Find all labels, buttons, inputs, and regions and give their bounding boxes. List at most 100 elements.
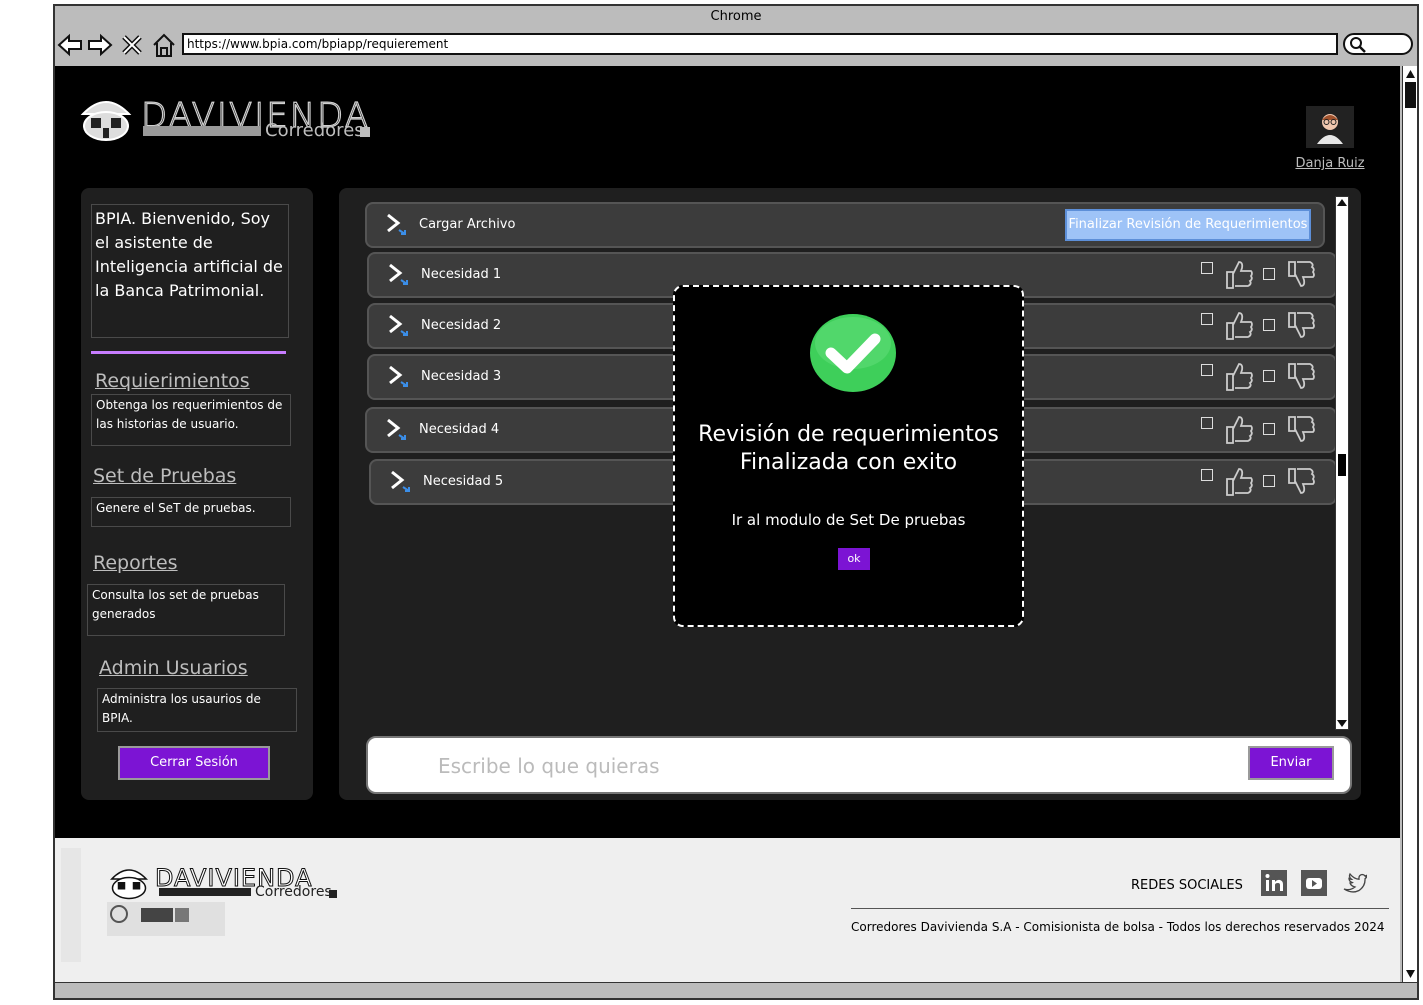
thumbs-up-icon[interactable] bbox=[1223, 465, 1255, 501]
page-viewport: DAVIVIENDA Corredores Danja Ruiz BPIA. B… bbox=[55, 66, 1400, 982]
success-modal: Revisión de requerimientos Finalizada co… bbox=[673, 285, 1024, 627]
chevron-right-icon[interactable] bbox=[385, 313, 413, 343]
social-label: REDES SOCIALES bbox=[1131, 878, 1243, 893]
thumbs-up-icon[interactable] bbox=[1223, 258, 1255, 294]
thumbs-up-icon[interactable] bbox=[1223, 309, 1255, 345]
scroll-up-icon[interactable] bbox=[1405, 68, 1416, 79]
footer: DAVIVIENDA Corredores REDES SOCIALES Cor… bbox=[55, 838, 1400, 982]
browser-navbar: https://www.bpia.com/bpiapp/requierement bbox=[55, 30, 1417, 64]
thumbs-down-icon[interactable] bbox=[1285, 465, 1317, 501]
sidebar-desc-reportes: Consulta los set de pruebas generados bbox=[87, 584, 285, 636]
need-label: Necesidad 2 bbox=[421, 318, 502, 333]
sidebar: BPIA. Bienvenido, Soy el asistente de In… bbox=[81, 188, 313, 800]
sidebar-item-admin-usuarios[interactable]: Admin Usuarios bbox=[99, 657, 248, 679]
back-arrow-icon[interactable] bbox=[57, 32, 83, 58]
thumbs-up-icon[interactable] bbox=[1223, 413, 1255, 449]
feedback-icons bbox=[1195, 305, 1335, 347]
like-checkbox[interactable] bbox=[1201, 417, 1213, 429]
avatar[interactable] bbox=[1306, 106, 1354, 148]
twitter-icon[interactable] bbox=[1341, 870, 1367, 896]
davivienda-logo: DAVIVIENDA Corredores bbox=[79, 94, 370, 146]
scroll-thumb[interactable] bbox=[1338, 454, 1346, 476]
footer-logo-square bbox=[329, 890, 337, 898]
thumbs-down-icon[interactable] bbox=[1285, 258, 1317, 294]
chevron-right-icon[interactable] bbox=[383, 417, 411, 447]
footer-logo: DAVIVIENDA Corredores bbox=[107, 864, 337, 904]
logo-square bbox=[360, 127, 370, 137]
sidebar-desc-requerimientos: Obtenga los requerimientos de las histor… bbox=[91, 394, 291, 446]
need-label: Necesidad 3 bbox=[421, 369, 502, 384]
house-logo-icon bbox=[109, 869, 149, 900]
feedback-icons bbox=[1195, 356, 1335, 398]
home-icon[interactable] bbox=[151, 32, 177, 58]
ok-button[interactable]: ok bbox=[838, 548, 870, 570]
url-bar[interactable]: https://www.bpia.com/bpiapp/requierement bbox=[182, 33, 1338, 55]
footer-logo-subtitle: Corredores bbox=[255, 884, 332, 900]
chat-bar: Enviar bbox=[366, 736, 1352, 794]
footer-divider bbox=[851, 908, 1389, 909]
youtube-icon[interactable] bbox=[1301, 870, 1327, 896]
browser-window: Chrome https://www.bpia.com/bpiapp/requi… bbox=[53, 4, 1419, 1000]
page-scrollbar[interactable] bbox=[1402, 66, 1417, 982]
upload-row[interactable]: Cargar Archivo Finalizar Revisión de Req… bbox=[365, 202, 1325, 248]
thumbs-down-icon[interactable] bbox=[1285, 413, 1317, 449]
chevron-right-icon[interactable] bbox=[387, 469, 415, 499]
browser-search-box[interactable] bbox=[1343, 33, 1413, 55]
chat-input[interactable] bbox=[438, 748, 1198, 784]
like-checkbox[interactable] bbox=[1201, 469, 1213, 481]
scroll-thumb[interactable] bbox=[1405, 82, 1416, 108]
scroll-down-icon[interactable] bbox=[1405, 969, 1416, 980]
need-label: Necesidad 1 bbox=[421, 267, 502, 282]
finalize-review-button[interactable]: Finalizar Revisión de Requerimientos bbox=[1065, 209, 1311, 241]
thumbs-down-icon[interactable] bbox=[1285, 309, 1317, 345]
close-icon[interactable] bbox=[119, 32, 145, 58]
modal-subtitle: Ir al modulo de Set De pruebas bbox=[731, 511, 966, 529]
chevron-right-icon[interactable] bbox=[383, 212, 411, 242]
dislike-checkbox[interactable] bbox=[1263, 423, 1275, 435]
logo-subtitle: Corredores bbox=[265, 120, 364, 141]
dislike-checkbox[interactable] bbox=[1263, 268, 1275, 280]
sidebar-item-requerimientos[interactable]: Requierimientos bbox=[95, 370, 250, 392]
like-checkbox[interactable] bbox=[1201, 262, 1213, 274]
sidebar-item-reportes[interactable]: Reportes bbox=[93, 552, 178, 574]
status-bar bbox=[55, 982, 1417, 998]
sidebar-item-set-de-pruebas[interactable]: Set de Pruebas bbox=[93, 465, 236, 487]
logout-button[interactable]: Cerrar Sesión bbox=[118, 746, 270, 780]
user-name-link[interactable]: Danja Ruiz bbox=[1295, 156, 1365, 171]
modal-title-line1: Revisión de requerimientos bbox=[698, 422, 999, 447]
main-scrollbar[interactable] bbox=[1335, 196, 1349, 730]
feedback-icons bbox=[1195, 409, 1335, 451]
feedback-icons bbox=[1195, 254, 1335, 296]
like-checkbox[interactable] bbox=[1201, 313, 1213, 325]
vigilado-strip bbox=[61, 848, 81, 962]
dislike-checkbox[interactable] bbox=[1263, 370, 1275, 382]
scroll-down-icon[interactable] bbox=[1336, 719, 1348, 729]
thumbs-down-icon[interactable] bbox=[1285, 360, 1317, 396]
iso-badge-icon bbox=[110, 905, 128, 923]
user-profile[interactable]: Danja Ruiz bbox=[1295, 106, 1365, 171]
send-button[interactable]: Enviar bbox=[1248, 746, 1334, 780]
sidebar-desc-set-de-pruebas: Genere el SeT de pruebas. bbox=[91, 497, 291, 527]
linkedin-icon[interactable] bbox=[1261, 870, 1287, 896]
sidebar-desc-admin-usuarios: Administra los usaurios de BPIA. bbox=[97, 688, 297, 732]
chevron-right-icon[interactable] bbox=[385, 364, 413, 394]
modal-title-line2: Finalizada con exito bbox=[739, 450, 958, 475]
copyright-text: Corredores Davivienda S.A - Comisionista… bbox=[851, 920, 1385, 934]
like-checkbox[interactable] bbox=[1201, 364, 1213, 376]
user-avatar-icon bbox=[1317, 114, 1343, 144]
check-success-icon bbox=[810, 314, 896, 392]
scroll-up-icon[interactable] bbox=[1336, 197, 1348, 207]
modal-title: Revisión de requerimientos Finalizada co… bbox=[675, 421, 1022, 477]
footer-logo-bar bbox=[159, 888, 251, 896]
need-label: Necesidad 4 bbox=[419, 422, 500, 437]
dislike-checkbox[interactable] bbox=[1263, 475, 1275, 487]
upload-label: Cargar Archivo bbox=[419, 217, 516, 232]
browser-title: Chrome bbox=[710, 9, 762, 24]
assistant-intro: BPIA. Bienvenido, Soy el asistente de In… bbox=[91, 204, 289, 338]
chevron-right-icon[interactable] bbox=[385, 262, 413, 292]
dislike-checkbox[interactable] bbox=[1263, 319, 1275, 331]
thumbs-up-icon[interactable] bbox=[1223, 360, 1255, 396]
forward-arrow-icon[interactable] bbox=[87, 32, 113, 58]
certification-badges bbox=[107, 902, 225, 936]
divider bbox=[91, 351, 286, 354]
